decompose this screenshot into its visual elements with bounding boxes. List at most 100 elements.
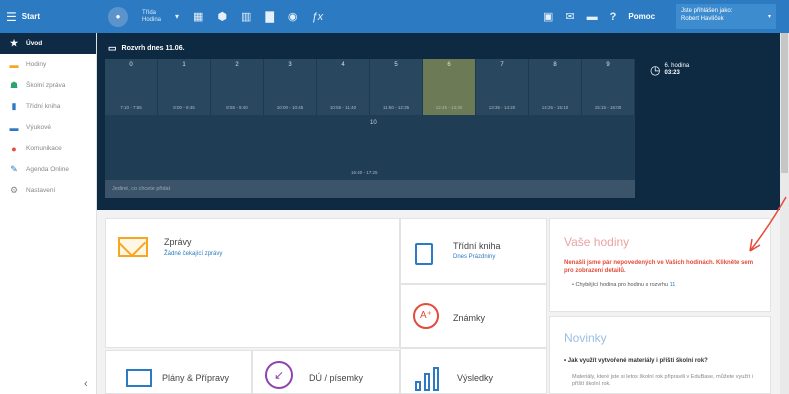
warning-link[interactable]: Nenašli jsme pár nepovedených ve Vašich … (564, 259, 754, 275)
sidebar-item-label: Třídní kniha (26, 103, 61, 110)
sidebar-item[interactable]: ▬ Hodiny (0, 54, 96, 75)
notebook-icon (415, 243, 433, 265)
image-icon[interactable]: ▣ (543, 10, 553, 23)
help-icon[interactable]: ? (610, 11, 617, 23)
card-messages[interactable]: Zprávy Žádné čekající zprávy (105, 218, 400, 348)
card-title: Novinky (564, 331, 607, 345)
lesson-cell[interactable]: 8 14:25 - 15:10 (529, 59, 582, 115)
chat-icon[interactable]: ✉ (565, 10, 574, 23)
lesson-time: 11:50 - 12:35 (382, 105, 410, 110)
sidebar-item-label: Úvod (26, 40, 43, 47)
class-select[interactable]: Třída Hodina (142, 10, 161, 24)
sidebar-item[interactable]: ☗ Školní zpráva (0, 75, 96, 96)
help-link[interactable]: Pomoc (628, 12, 655, 21)
scrollbar-thumb[interactable] (781, 33, 788, 173)
card-homework[interactable]: ↙ DÚ / písemky (252, 350, 400, 394)
lesson-cell[interactable]: 3 10:00 - 10:45 (264, 59, 317, 115)
gear-icon: ⚙ (9, 185, 19, 195)
lesson-number: 0 (129, 62, 133, 68)
card-label: Třídní kniha (453, 241, 501, 251)
sidebar-item[interactable]: ● Komunikace (0, 138, 96, 159)
schedule-panel: ▭ Rozvrh dnes 11.06. 0 7:10 - 7:55 1 8:00 -… (97, 33, 780, 210)
lesson-cell[interactable]: 1 8:00 - 8:45 (158, 59, 211, 115)
sidebar-item-label: Výukové (26, 124, 51, 131)
card-title: Vaše hodiny (564, 235, 630, 249)
envelope-icon (118, 237, 148, 257)
sidebar-item[interactable]: ⚙ Nastavení (0, 180, 96, 201)
sidebar-item-label: Školní zpráva (26, 82, 66, 89)
card-your-lessons: Vaše hodiny Nenašli jsme pár nepovedenýc… (549, 218, 771, 312)
news-headline[interactable]: • Jak využít vytvořené materiály i příšt… (564, 357, 764, 365)
dashboard-cards: Zprávy Žádné čekající zprávy Třídní knih… (97, 210, 780, 394)
chevron-down-icon[interactable]: ▾ (175, 12, 179, 21)
lesson-number: 5 (394, 62, 398, 68)
card-label: Plány & Přípravy (162, 373, 230, 383)
lesson-time: 7:10 - 7:55 (120, 105, 142, 110)
location-icon[interactable]: ⬢ (217, 10, 227, 23)
person-icon: ☗ (9, 80, 19, 90)
menu-icon[interactable]: ☰ (6, 10, 17, 24)
avatar[interactable]: ● (108, 6, 128, 27)
schedule-heading: ▭ Rozvrh dnes 11.06. (108, 43, 185, 53)
card-label: Výsledky (457, 373, 494, 383)
app-home-button[interactable]: ☰ Start (0, 0, 97, 33)
card-label: Zprávy (164, 237, 192, 247)
card-results[interactable]: Výsledky (400, 348, 547, 394)
message-icon[interactable]: ▬ (587, 11, 598, 23)
card-plans[interactable]: Plány & Přípravy (105, 350, 252, 394)
card-label: Známky (453, 313, 486, 323)
list-item[interactable]: • Chybějící hodina pro hodinu s rozvrhu … (572, 282, 675, 288)
calendar-icon: ▬ (9, 59, 19, 70)
lesson-number: 6 (447, 62, 451, 68)
table-icon[interactable]: ▦ (193, 10, 203, 23)
note-input[interactable]: Jediné, co chcete přidat (105, 180, 635, 198)
sidebar-item[interactable]: ▬ Výukové (0, 117, 96, 138)
chevron-down-icon: ▾ (767, 14, 771, 20)
lesson-time: 12:45 - 13:30 (435, 105, 463, 110)
lesson-cell[interactable]: 4 10:55 - 11:40 (317, 59, 370, 115)
building-icon[interactable]: ▥ (241, 10, 251, 23)
lesson-time: 10:00 - 10:45 (276, 105, 304, 110)
card-grades[interactable]: A⁺ Známky (400, 284, 547, 348)
formula-icon[interactable]: ƒx (312, 11, 324, 23)
bar-chart-icon (415, 367, 441, 391)
card-news: Novinky • Jak využít vytvořené materiály… (549, 316, 771, 394)
lesson-number: 4 (341, 62, 345, 68)
sidebar-item[interactable]: ▮ Třídní kniha (0, 96, 96, 117)
sidebar-item-label: Hodiny (26, 61, 47, 68)
clock-icon: ◷ (650, 63, 661, 77)
card-class-book[interactable]: Třídní kniha Dnes Prázdniny (400, 218, 547, 284)
sidebar-item[interactable]: ★ Úvod (0, 33, 96, 54)
lesson-number: 2 (235, 62, 239, 68)
lesson-cell[interactable]: 5 11:50 - 12:35 (370, 59, 423, 115)
lesson-number: 7 (500, 62, 504, 68)
lesson-time: 14:25 - 15:10 (541, 105, 569, 110)
app-title: Start (21, 12, 40, 21)
lesson-cell[interactable]: 0 7:10 - 7:55 (105, 59, 158, 115)
lesson-number: 3 (288, 62, 292, 68)
lesson-time: 13:35 - 14:20 (488, 105, 516, 110)
user-menu[interactable]: Jste přihlášen jako: Robert Havlíček ▾ (676, 4, 776, 29)
lesson-time: 8:00 - 8:45 (173, 105, 195, 110)
lesson-time: 10:55 - 11:40 (329, 105, 357, 110)
lesson-number: 9 (606, 62, 610, 68)
globe-icon[interactable]: ◉ (288, 10, 298, 23)
lesson-number: 1 (182, 62, 186, 68)
lesson-cell[interactable]: 2 8:55 - 9:40 (211, 59, 264, 115)
sidebar: ★ Úvod ▬ Hodiny ☗ Školní zpráva ▮ Třídní kniha ▬… (0, 33, 97, 394)
sidebar-item-label: Nastavení (26, 187, 56, 194)
annotation-arrow-icon (749, 196, 787, 252)
sidebar-item[interactable]: ✎ Agenda Online (0, 159, 96, 180)
chart-icon[interactable]: ▇ (265, 10, 273, 23)
lesson-cell[interactable]: 9 15:15 - 16:00 (582, 59, 635, 115)
lesson-time: 15:15 - 16:00 (594, 105, 622, 110)
lesson-time: 16:40 - 17:25 (351, 170, 378, 175)
news-text: Materiály, které jste si letos školní ro… (572, 374, 753, 387)
lesson-cell[interactable]: 7 13:35 - 14:20 (476, 59, 529, 115)
lesson-cell[interactable]: 6 12:45 - 13:30 (423, 59, 476, 115)
star-icon: ★ (9, 38, 19, 48)
chevron-left-icon[interactable]: ‹ (84, 378, 88, 390)
calendar-icon: ▭ (108, 43, 117, 53)
top-bar: ☰ Start ● Třída Hodina ▾ ▦ ⬢ ▥ ▇ ◉ ƒx ▣ … (0, 0, 789, 33)
schedule-grid: 0 7:10 - 7:55 1 8:00 - 8:45 2 8:55 - 9:40 3 10:… (105, 59, 635, 195)
